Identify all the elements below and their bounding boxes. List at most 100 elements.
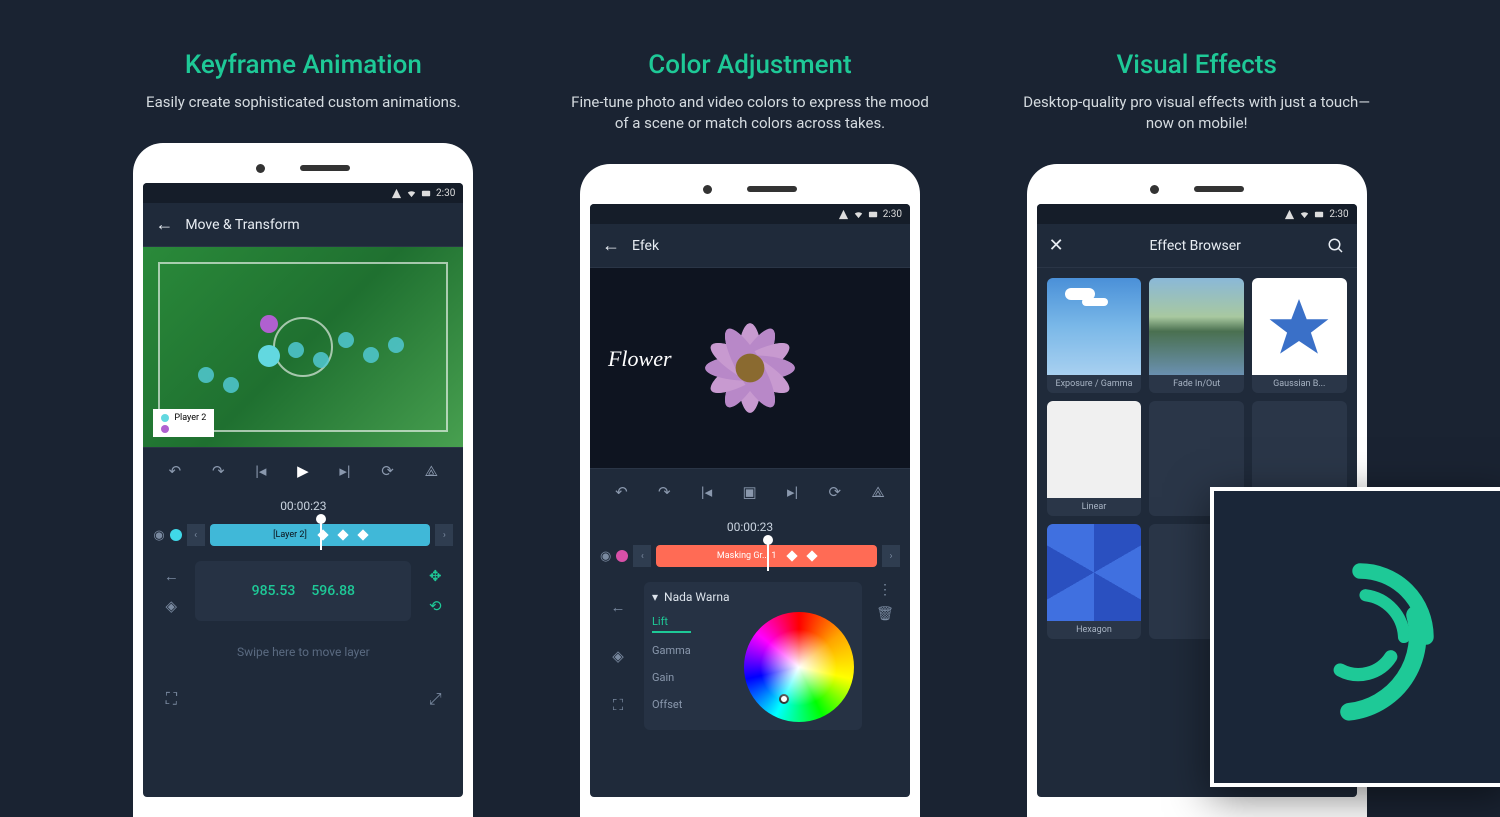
visibility-icon[interactable]: ◉ [600, 549, 611, 564]
skip-start-icon[interactable]: |◂ [255, 462, 266, 480]
close-icon[interactable]: ✕ [1049, 235, 1064, 256]
undo-icon[interactable]: ↶ [169, 462, 182, 480]
bookmark-icon[interactable]: ⟁ [425, 462, 438, 480]
header-title: Effect Browser [1076, 238, 1315, 254]
color-tabs: Lift Gamma Gain Offset [652, 612, 691, 722]
legend: Player 2 [153, 409, 214, 437]
visibility-icon[interactable]: ◉ [153, 528, 164, 543]
play-icon[interactable]: ▶ [297, 462, 309, 480]
loop-icon[interactable]: ⟳ [828, 483, 841, 501]
preview-viewport[interactable]: Player 2 [143, 247, 463, 447]
status-time: 2:30 [883, 209, 902, 220]
color-section: ▾ Nada Warna Lift Gamma Gain Offset [644, 582, 862, 730]
keyframe-marker[interactable] [260, 315, 278, 333]
crop-icon[interactable]: ⛶ [600, 696, 636, 714]
clip-next[interactable]: › [435, 524, 453, 546]
preview-viewport[interactable]: Flower [590, 268, 910, 468]
property-values[interactable]: 985.53 596.88 [195, 561, 411, 621]
section-title: Nada Warna [664, 590, 730, 604]
redo-icon[interactable]: ↷ [212, 462, 225, 480]
playhead[interactable] [320, 520, 322, 550]
keyframe-diamond-icon[interactable]: ◈ [600, 647, 636, 665]
timeline[interactable]: ◉ ‹ Masking Gr... 1 › [590, 540, 910, 572]
wifi-icon [853, 209, 864, 220]
layer-color-dot[interactable] [170, 529, 182, 541]
clip-next[interactable]: › [882, 545, 900, 567]
crop-icon[interactable]: ⛶ [153, 681, 189, 717]
feature-panel-keyframe: Keyframe Animation Easily create sophist… [113, 50, 493, 817]
layer-color-dot[interactable] [616, 550, 628, 562]
skip-end-icon[interactable]: ▸| [787, 483, 798, 501]
timecode: 00:00:23 [143, 493, 463, 519]
header-title: Move & Transform [185, 217, 299, 233]
signal-icon [391, 188, 402, 199]
value-x[interactable]: 985.53 [252, 583, 296, 599]
loop-icon[interactable]: ⟳ [381, 462, 394, 480]
app-logo [1210, 487, 1500, 787]
timeline-clip[interactable]: [Layer 2] [210, 524, 431, 546]
clip-prev[interactable]: ‹ [187, 524, 205, 546]
wifi-icon [1299, 209, 1310, 220]
back-nav-icon[interactable]: ← [153, 567, 189, 585]
timeline[interactable]: ◉ ‹ [Layer 2] › [143, 519, 463, 551]
screen-header: ← Move & Transform [143, 203, 463, 247]
status-time: 2:30 [1329, 209, 1348, 220]
bookmark-icon[interactable]: ⟁ [871, 483, 884, 501]
move-icon[interactable]: ✥ [429, 567, 442, 585]
panel-subtitle: Desktop-quality pro visual effects with … [1017, 92, 1377, 134]
phone-screen: 2:30 ← Efek Flower [590, 204, 910, 797]
keyframe-diamond-icon[interactable]: ◈ [153, 597, 189, 615]
back-icon[interactable]: ← [155, 214, 173, 235]
back-icon[interactable]: ← [602, 235, 620, 256]
effect-item[interactable]: Hexagon [1047, 524, 1142, 639]
timecode: 00:00:23 [590, 514, 910, 540]
transport-controls: ↶ ↷ |◂ ▶ ▸| ⟳ ⟁ [143, 447, 463, 493]
skip-start-icon[interactable]: |◂ [701, 483, 712, 501]
screen-header: ✕ Effect Browser [1037, 224, 1357, 268]
effect-item[interactable]: Linear [1047, 401, 1142, 516]
clip-prev[interactable]: ‹ [633, 545, 651, 567]
tab-lift[interactable]: Lift [652, 612, 691, 633]
chevron-down-icon[interactable]: ▾ [652, 590, 658, 604]
panel-subtitle: Easily create sophisticated custom anima… [146, 92, 461, 113]
expand-icon[interactable]: ⤢ [417, 681, 453, 717]
color-picker-handle[interactable] [779, 694, 789, 704]
redo-icon[interactable]: ↷ [658, 483, 671, 501]
more-icon[interactable]: ⋮ [878, 582, 892, 598]
compare-icon[interactable]: ▣ [742, 483, 756, 501]
status-bar: 2:30 [143, 183, 463, 203]
search-icon[interactable] [1327, 237, 1345, 255]
signal-icon [1284, 209, 1295, 220]
status-time: 2:30 [436, 188, 455, 199]
signal-icon [838, 209, 849, 220]
panel-title: Color Adjustment [648, 50, 851, 80]
wifi-icon [406, 188, 417, 199]
header-title: Efek [632, 238, 659, 254]
undo-icon[interactable]: ↶ [615, 483, 628, 501]
playhead[interactable] [767, 541, 769, 571]
battery-icon [421, 188, 432, 199]
transport-controls: ↶ ↷ |◂ ▣ ▸| ⟳ ⟁ [590, 468, 910, 514]
tab-gamma[interactable]: Gamma [652, 641, 691, 660]
feature-panel-color: Color Adjustment Fine-tune photo and vid… [560, 50, 940, 817]
effect-item[interactable]: Fade In/Out [1149, 278, 1244, 393]
feature-panel-effects: Visual Effects Desktop-quality pro visua… [1007, 50, 1387, 817]
tab-offset[interactable]: Offset [652, 695, 691, 714]
property-panel: ← ◈ 985.53 596.88 ✥ ⟲ [143, 551, 463, 631]
tab-gain[interactable]: Gain [652, 668, 691, 687]
timeline-clip[interactable]: Masking Gr... 1 [656, 545, 877, 567]
panel-title: Visual Effects [1116, 50, 1276, 80]
status-bar: 2:30 [590, 204, 910, 224]
swipe-hint: Swipe here to move layer [143, 631, 463, 673]
status-bar: 2:30 [1037, 204, 1357, 224]
skip-end-icon[interactable]: ▸| [339, 462, 350, 480]
effect-item[interactable]: Exposure / Gamma [1047, 278, 1142, 393]
keyframe-selected[interactable] [258, 345, 280, 367]
delete-icon[interactable]: 🗑 [876, 606, 894, 622]
phone-mockup: 2:30 ← Move & Transform [133, 143, 473, 817]
rotate-icon[interactable]: ⟲ [429, 597, 442, 615]
value-y[interactable]: 596.88 [311, 583, 355, 599]
color-wheel[interactable] [744, 612, 854, 722]
back-nav-icon[interactable]: ← [600, 598, 636, 616]
effect-item[interactable]: Gaussian B... [1252, 278, 1347, 393]
